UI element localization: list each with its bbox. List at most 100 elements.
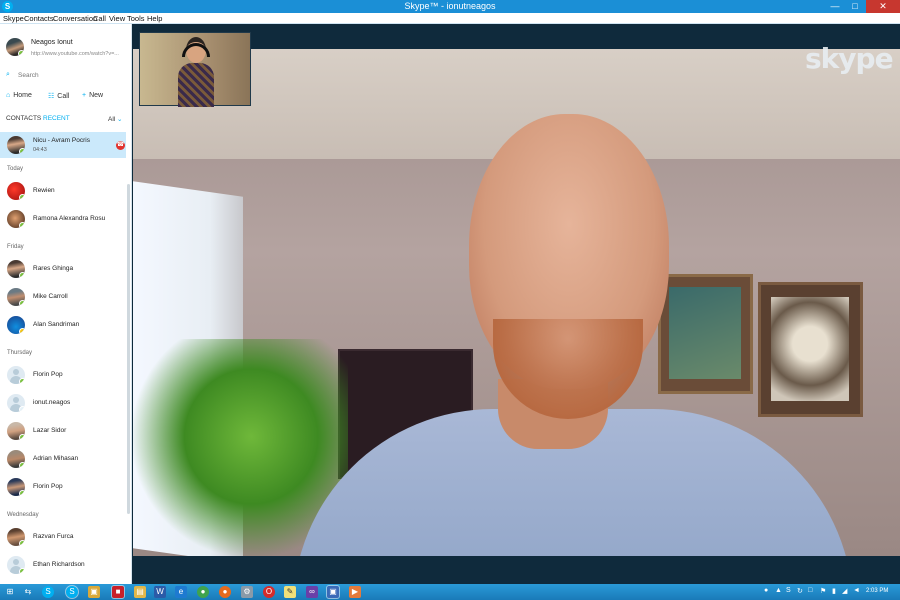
menu-conversation[interactable]: Conversation: [53, 14, 97, 23]
call-label: Call: [57, 93, 70, 100]
contact-name: Alan Sandriman: [33, 321, 80, 328]
tab-contacts[interactable]: CONTACTS: [6, 115, 41, 122]
list-item[interactable]: ionut.neagos: [0, 390, 126, 416]
search-bar: ⌕: [0, 68, 131, 82]
list-item[interactable]: Ethan Richardson: [0, 552, 126, 578]
self-view-video[interactable]: [139, 32, 251, 107]
tray-app-icon[interactable]: ●: [764, 587, 768, 594]
contact-name: Ramona Alexandra Rosu: [33, 215, 106, 222]
away-status-icon: [19, 328, 25, 334]
app-taskbar-icon[interactable]: ■: [111, 585, 125, 599]
window-title: Skype™ - ionutneagos: [404, 1, 496, 11]
firefox-icon[interactable]: ●: [219, 586, 231, 598]
group-header-today: Today: [7, 166, 24, 172]
contact-name: Adrian Mihasan: [33, 455, 79, 462]
avatar[interactable]: [6, 38, 24, 56]
mood-message[interactable]: http://www.youtube.com/watch?v=...: [31, 51, 131, 57]
contact-name: Nicu - Avram Pocris: [33, 137, 90, 144]
group-header-wednesday: Wednesday: [7, 512, 39, 518]
ie-icon[interactable]: e: [175, 586, 187, 598]
taskbar-clock[interactable]: 2:03 PM: [866, 588, 888, 594]
contact-name: Rewien: [33, 187, 55, 194]
menu-contacts[interactable]: Contacts: [24, 14, 54, 23]
new-button[interactable]: + New: [82, 92, 103, 99]
home-button[interactable]: ⌂ Home: [6, 92, 32, 99]
explorer-icon[interactable]: ▤: [134, 586, 146, 598]
avatar: [7, 528, 25, 546]
skype-active-taskbar-icon[interactable]: S: [65, 585, 79, 599]
list-item[interactable]: Adrian Mihasan: [0, 446, 126, 472]
wifi-icon[interactable]: ◢: [842, 587, 847, 595]
filter-dropdown[interactable]: All ⌄: [108, 115, 123, 123]
tray-flag-icon[interactable]: ⚑: [820, 587, 826, 595]
tray-battery-icon[interactable]: ▮: [832, 587, 836, 595]
taskbar: ⊞ ⇆ S S ▣ ■ ▤ W e ● ● ⚙ O ✎ ∞ ▣ ▶ ● ▲ S …: [0, 584, 900, 600]
tray-window-icon[interactable]: □: [808, 587, 812, 594]
call-button[interactable]: ☷ Call: [48, 92, 69, 100]
remote-desktop-icon[interactable]: ▣: [326, 585, 340, 599]
maximize-button[interactable]: □: [846, 0, 864, 13]
close-button[interactable]: ✕: [866, 0, 900, 13]
new-label: New: [89, 92, 104, 99]
visual-studio-icon[interactable]: ∞: [306, 586, 318, 598]
start-icon[interactable]: ⊞: [4, 586, 16, 598]
volume-icon[interactable]: ◄: [853, 587, 860, 594]
avatar: [7, 136, 25, 154]
title-bar: S Skype™ - ionutneagos — □ ✕: [0, 0, 900, 13]
chrome-icon[interactable]: ●: [197, 586, 209, 598]
menu-view[interactable]: View: [109, 14, 125, 23]
avatar: [7, 556, 25, 574]
filter-label: All: [108, 116, 116, 123]
contact-name: Ethan Richardson: [33, 561, 85, 568]
avatar: [7, 394, 25, 412]
list-item[interactable]: Razvan Furca: [0, 524, 126, 550]
tab-recent[interactable]: RECENT: [43, 115, 70, 122]
list-item[interactable]: Alan Sandriman: [0, 312, 126, 338]
menu-tools[interactable]: Tools: [127, 14, 145, 23]
avatar: [7, 450, 25, 468]
switcher-icon[interactable]: ⇆: [22, 586, 34, 598]
action-bar: ⌂ Home ☷ Call + New: [0, 92, 131, 104]
video-call-area[interactable]: skype: [133, 24, 900, 584]
call-controls-bar: [133, 556, 900, 584]
tray-chevron-icon[interactable]: ▲: [775, 587, 782, 594]
contact-name: Florin Pop: [33, 483, 63, 490]
media-icon[interactable]: ▶: [349, 586, 361, 598]
online-status-icon: [19, 272, 25, 278]
sidebar: Neagos Ionut http://www.youtube.com/watc…: [0, 24, 132, 584]
end-call-icon[interactable]: ☎: [116, 141, 125, 150]
list-item[interactable]: Ramona Alexandra Rosu: [0, 206, 126, 232]
list-item[interactable]: Florin Pop: [0, 474, 126, 500]
online-status-icon: [19, 434, 25, 440]
tray-skype-icon[interactable]: S: [786, 587, 791, 594]
search-input[interactable]: [18, 69, 126, 81]
offline-status-icon: [19, 406, 25, 412]
search-icon: ⌕: [6, 71, 10, 78]
avatar: [7, 316, 25, 334]
menu-help[interactable]: Help: [147, 14, 162, 23]
online-status-icon: [18, 50, 24, 56]
list-item[interactable]: Mike Carroll: [0, 284, 126, 310]
list-item[interactable]: Rares Ghinga: [0, 256, 126, 282]
list-item[interactable]: Florin Pop: [0, 362, 126, 388]
list-item[interactable]: Rewien: [0, 178, 126, 204]
contact-name: Florin Pop: [33, 371, 63, 378]
group-header-friday: Friday: [7, 244, 24, 250]
avatar: [7, 210, 25, 228]
opera-icon[interactable]: O: [263, 586, 275, 598]
profile-panel[interactable]: Neagos Ionut http://www.youtube.com/watc…: [0, 24, 131, 64]
menu-call[interactable]: Call: [93, 14, 106, 23]
minimize-button[interactable]: —: [826, 0, 844, 13]
notes-icon[interactable]: ✎: [284, 586, 296, 598]
skype-window: S Skype™ - ionutneagos — □ ✕ Skype Conta…: [0, 0, 900, 600]
skype-taskbar-icon[interactable]: S: [42, 586, 54, 598]
list-item[interactable]: Lazar Sidor: [0, 418, 126, 444]
list-item-active-call[interactable]: Nicu - Avram Pocris 04:43 ☎: [0, 132, 126, 158]
contact-list-scrollbar[interactable]: [127, 184, 130, 514]
word-icon[interactable]: W: [154, 586, 166, 598]
folder-icon[interactable]: ▣: [88, 586, 100, 598]
tray-sync-icon[interactable]: ↻: [797, 587, 803, 595]
menu-skype[interactable]: Skype: [3, 14, 24, 23]
tool-icon[interactable]: ⚙: [241, 586, 253, 598]
contact-name: ionut.neagos: [33, 399, 71, 406]
